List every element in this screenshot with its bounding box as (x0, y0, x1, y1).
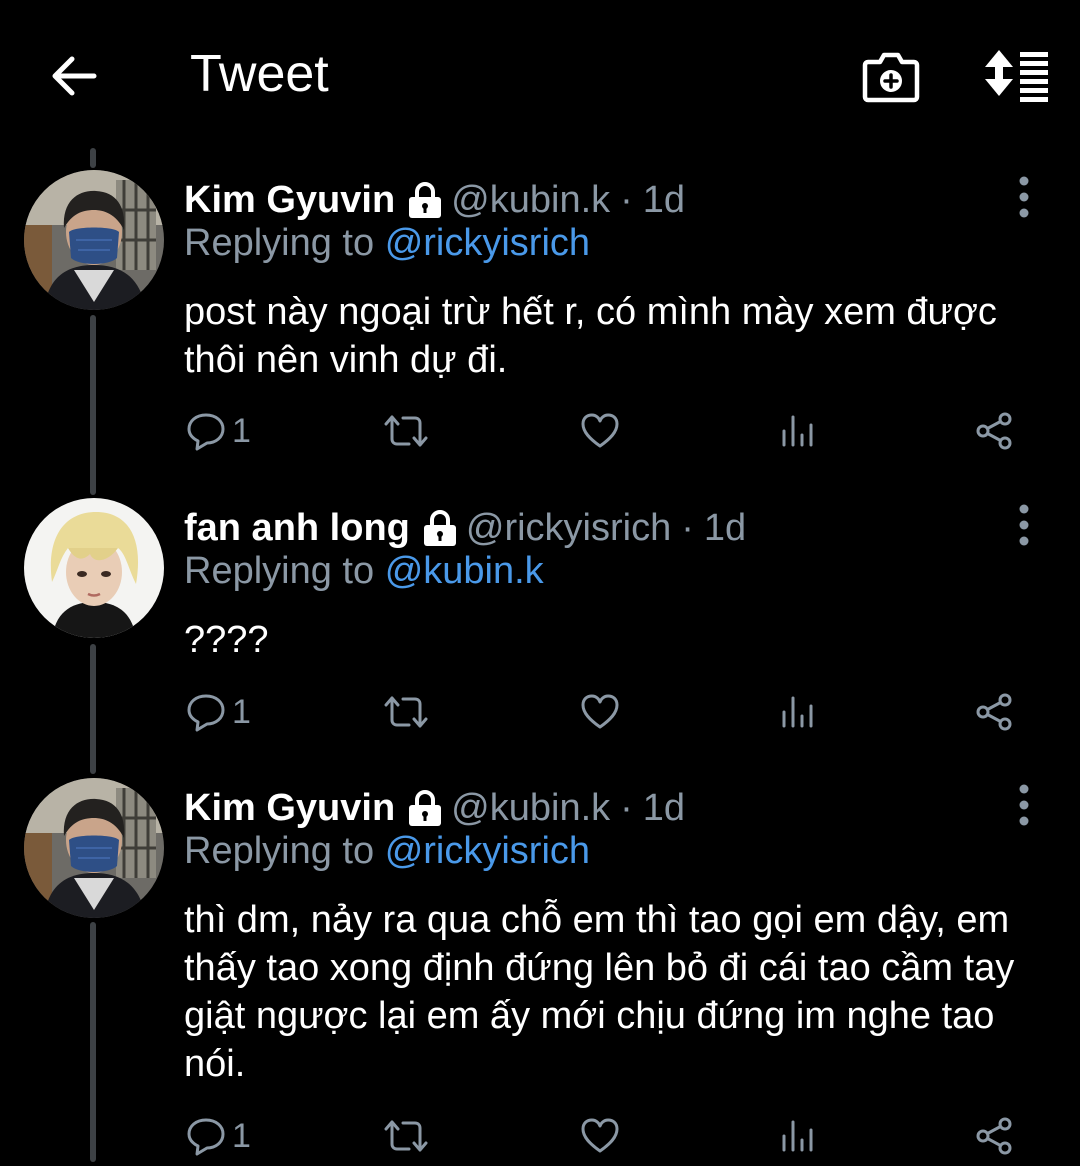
replying-to-label: Replying to (184, 550, 375, 592)
add-photo-button[interactable] (862, 48, 920, 104)
avatar[interactable] (24, 170, 164, 310)
tweet-actions: 1 (0, 692, 1080, 742)
user-handle[interactable]: @kubin.k (451, 787, 610, 830)
replying-to: Replying to @rickyisrich (184, 830, 590, 873)
analytics-bars-icon (782, 696, 813, 728)
more-vertical-icon (1019, 176, 1029, 218)
tweet-text: thì dm, nảy ra qua chỗ em thì tao gọi em… (184, 899, 1015, 1085)
display-name[interactable]: Kim Gyuvin (184, 787, 395, 830)
analytics-button[interactable] (778, 1116, 818, 1156)
like-button[interactable] (580, 692, 620, 732)
tweet-header: Kim Gyuvin @kubin.k · 1d (184, 786, 685, 830)
share-button[interactable] (974, 411, 1014, 451)
share-icon (976, 693, 1012, 731)
analytics-button[interactable] (778, 411, 818, 451)
heart-icon (581, 1118, 619, 1153)
tweet-actions: 1 (0, 1116, 1080, 1166)
separator-dot: · (681, 506, 694, 549)
timestamp[interactable]: 1d (704, 507, 746, 550)
tweet-actions: 1 (0, 411, 1080, 461)
retweet-button[interactable] (384, 1116, 428, 1156)
reply-button[interactable]: 1 (186, 1116, 251, 1156)
share-button[interactable] (974, 692, 1014, 732)
thread-line (90, 148, 96, 168)
reply-count: 1 (232, 1116, 251, 1155)
blonde-person-avatar (24, 498, 164, 638)
tweet-text: ???? (184, 619, 269, 661)
sort-list-icon (985, 50, 1048, 102)
more-options-button[interactable] (1012, 174, 1036, 220)
display-name[interactable]: fan anh long (184, 507, 410, 550)
display-name[interactable]: Kim Gyuvin (184, 179, 395, 222)
lock-icon (409, 182, 442, 218)
page-title: Tweet (190, 45, 329, 103)
reply-button[interactable]: 1 (186, 411, 251, 451)
heart-icon (581, 413, 619, 448)
thread-line (90, 315, 96, 495)
tweet-header: fan anh long @rickyisrich · 1d (184, 506, 746, 550)
reply-bubble-icon (187, 413, 225, 451)
reply-button[interactable]: 1 (186, 692, 251, 732)
timestamp[interactable]: 1d (643, 179, 685, 222)
replying-to-handle[interactable]: @rickyisrich (385, 830, 590, 872)
reply-count: 1 (232, 692, 251, 731)
masked-young-man-avatar (24, 170, 164, 310)
replying-to-label: Replying to (184, 222, 375, 264)
retweet-button[interactable] (384, 411, 428, 451)
more-options-button[interactable] (1012, 502, 1036, 548)
timestamp[interactable]: 1d (643, 787, 685, 830)
avatar[interactable] (24, 778, 164, 918)
add-camera-icon (862, 52, 920, 103)
replying-to-handle[interactable]: @kubin.k (385, 550, 544, 592)
analytics-bars-icon (782, 1120, 813, 1152)
share-button[interactable] (974, 1116, 1014, 1156)
more-vertical-icon (1019, 504, 1029, 546)
sort-replies-button[interactable] (982, 48, 1052, 104)
share-icon (976, 1117, 1012, 1155)
reply-bubble-icon (187, 694, 225, 732)
user-handle[interactable]: @kubin.k (451, 179, 610, 222)
tweet-text: post này ngoại trừ hết r, có mình mày xe… (184, 291, 997, 381)
lock-icon (423, 510, 456, 546)
separator-dot: · (620, 786, 633, 829)
replying-to-handle[interactable]: @rickyisrich (385, 222, 590, 264)
user-handle[interactable]: @rickyisrich (466, 507, 671, 550)
heart-icon (581, 694, 619, 729)
replying-to: Replying to @rickyisrich (184, 222, 590, 265)
reply-bubble-icon (187, 1118, 225, 1156)
like-button[interactable] (580, 411, 620, 451)
avatar[interactable] (24, 498, 164, 638)
retweet-button[interactable] (384, 692, 428, 732)
more-vertical-icon (1019, 784, 1029, 826)
analytics-bars-icon (782, 415, 813, 447)
retweet-icon (384, 696, 428, 728)
more-options-button[interactable] (1012, 782, 1036, 828)
top-app-bar: Tweet (0, 0, 1080, 150)
replying-to-label: Replying to (184, 830, 375, 872)
masked-young-man-avatar (24, 778, 164, 918)
reply-count: 1 (232, 411, 251, 450)
back-button[interactable] (48, 50, 100, 102)
lock-icon (409, 790, 442, 826)
share-icon (976, 412, 1012, 450)
retweet-icon (384, 1120, 428, 1152)
tweet-header: Kim Gyuvin @kubin.k · 1d (184, 178, 685, 222)
separator-dot: · (620, 178, 633, 221)
like-button[interactable] (580, 1116, 620, 1156)
analytics-button[interactable] (778, 692, 818, 732)
retweet-icon (384, 415, 428, 447)
arrow-left-icon (52, 56, 97, 96)
replying-to: Replying to @kubin.k (184, 550, 544, 593)
